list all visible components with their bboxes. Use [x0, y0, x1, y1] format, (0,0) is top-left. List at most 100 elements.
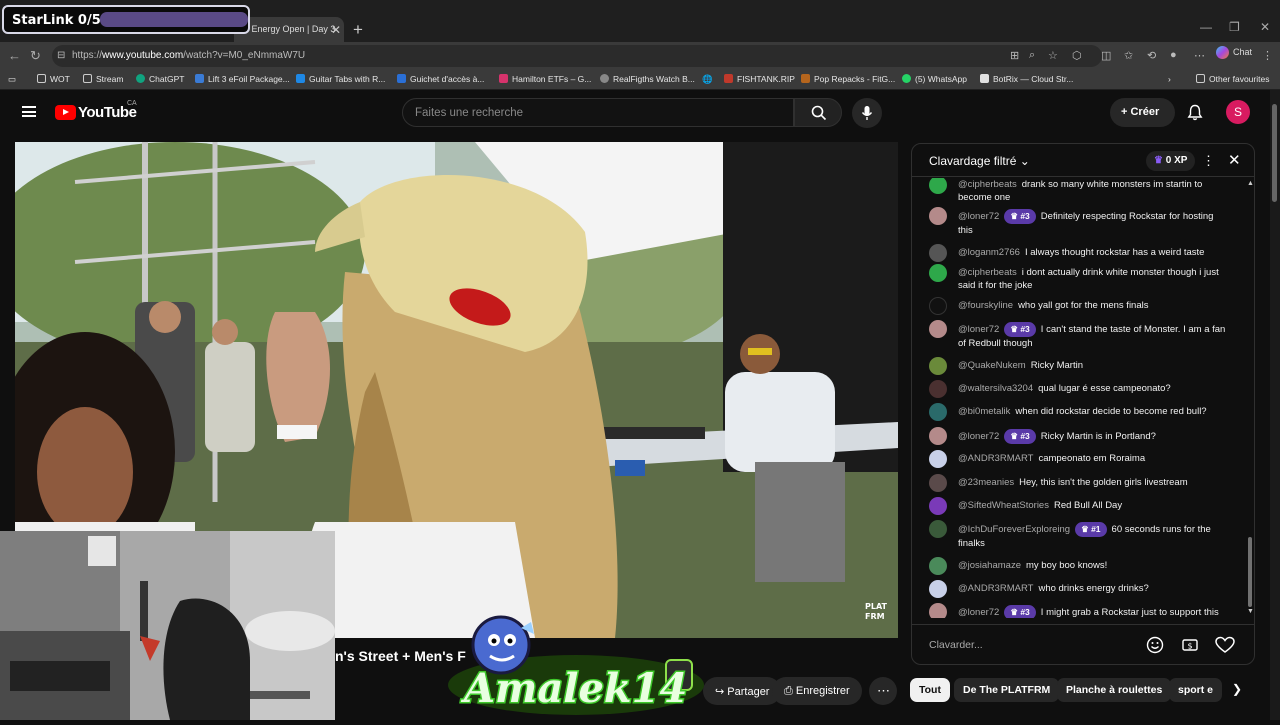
chip-all[interactable]: Tout — [910, 678, 950, 702]
bookmark-item[interactable]: RealFigths Watch B... — [600, 74, 695, 84]
avatar[interactable] — [929, 357, 947, 375]
chat-author[interactable]: @QuakeNukem — [958, 360, 1026, 371]
avatar[interactable] — [929, 320, 947, 338]
avatar[interactable] — [929, 264, 947, 282]
back-icon[interactable]: ← — [8, 48, 21, 63]
bookmark-item[interactable]: (5) WhatsApp — [902, 74, 967, 84]
bookmark-item[interactable]: Lift 3 eFoil Package... — [195, 74, 290, 84]
youtube-logo-icon[interactable] — [55, 105, 76, 120]
favorites-icon[interactable]: ✩ — [1124, 49, 1133, 62]
chat-scroll-down-icon[interactable]: ▼ — [1247, 608, 1254, 615]
chat-author[interactable]: @cipherbeats — [958, 267, 1017, 278]
bookmark-item[interactable]: WOT — [37, 74, 70, 84]
search-input[interactable]: Faites une recherche — [402, 98, 794, 127]
globe-icon[interactable]: 🌐 — [702, 74, 713, 85]
url-field[interactable]: ⊟ https://www.youtube.com/watch?v=M0_eNm… — [52, 45, 1102, 67]
favorite-star-icon[interactable]: ☆ — [1048, 49, 1058, 62]
avatar[interactable] — [929, 603, 947, 618]
chat-mode-dropdown[interactable]: Clavardage filtré ⌄ — [929, 154, 1030, 168]
reading-list-icon[interactable]: ▭ — [8, 74, 16, 85]
chat-options-icon[interactable]: ⋮ — [1202, 153, 1215, 169]
avatar[interactable] — [929, 297, 947, 315]
copilot-chat-button[interactable]: Chat — [1216, 46, 1252, 59]
bookmark-item[interactable]: Hamilton ETFs – G... — [499, 74, 591, 84]
avatar[interactable] — [929, 520, 947, 538]
avatar[interactable] — [929, 557, 947, 575]
chat-author[interactable]: @loganm2766 — [958, 247, 1020, 258]
account-avatar[interactable]: S — [1226, 100, 1250, 124]
chat-author[interactable]: @IchDuForeverExploreing — [958, 524, 1070, 535]
chat-author[interactable]: @waltersilva3204 — [958, 383, 1033, 394]
voice-search-button[interactable] — [852, 98, 882, 128]
zoom-icon[interactable]: ⌕ — [1029, 49, 1035, 62]
tab-close-icon[interactable]: ✕ — [331, 23, 341, 37]
chip-skateboarding[interactable]: Planche à roulettes — [1057, 678, 1172, 702]
more-icon[interactable]: ⋯ — [1194, 49, 1205, 62]
split-screen-icon[interactable]: ◫ — [1101, 49, 1111, 62]
page-scrollbar[interactable] — [1270, 90, 1280, 720]
menu-icon[interactable] — [22, 106, 36, 117]
restore-icon[interactable]: ❐ — [1229, 20, 1240, 34]
bookmarks-overflow-icon[interactable]: › — [1168, 74, 1171, 84]
avatar[interactable] — [929, 427, 947, 445]
bookmark-item[interactable]: Pop Repacks - FitG... — [801, 74, 895, 84]
extensions-icon[interactable]: ⬡ — [1072, 49, 1082, 62]
close-chat-icon[interactable]: ✕ — [1228, 151, 1241, 169]
avatar[interactable] — [929, 450, 947, 468]
more-actions-button[interactable]: ⋯ — [869, 677, 897, 705]
chat-input[interactable]: Clavarder... — [929, 633, 1144, 657]
profile-icon[interactable]: ● — [1170, 49, 1177, 61]
chat-author[interactable]: @bi0metalik — [958, 406, 1010, 417]
chat-author[interactable]: @ANDR3RMART — [958, 453, 1033, 464]
close-window-icon[interactable]: ✕ — [1260, 20, 1270, 34]
avatar[interactable] — [929, 207, 947, 225]
avatar[interactable] — [929, 178, 947, 194]
notifications-icon[interactable] — [1187, 104, 1203, 121]
chat-author[interactable]: @loner72 — [958, 607, 999, 618]
bookmark-item[interactable]: Guichet d'accès à... — [397, 74, 484, 84]
avatar[interactable] — [929, 580, 947, 598]
browser-tab-active[interactable]: r Energy Open | Day 3 — [234, 17, 344, 42]
avatar[interactable] — [929, 403, 947, 421]
chat-author[interactable]: @fourskyline — [958, 300, 1013, 311]
sidebar-toggle-icon[interactable]: ⋮ — [1262, 49, 1273, 62]
chat-author[interactable]: @loner72 — [958, 324, 999, 335]
heart-icon[interactable] — [1215, 636, 1235, 654]
share-button[interactable]: ↪ Partager — [703, 677, 782, 705]
apps-icon[interactable]: ⊞ — [1010, 49, 1019, 62]
chip-sport[interactable]: sport e — [1169, 678, 1223, 702]
xp-badge[interactable]: ♛ 0 XP — [1146, 151, 1196, 171]
bookmark-item[interactable]: Guitar Tabs with R... — [296, 74, 385, 84]
bookmark-item[interactable]: FISHTANK.RIP — [724, 74, 795, 84]
create-button[interactable]: + Créer — [1110, 98, 1175, 127]
page-scrollbar-thumb[interactable] — [1272, 104, 1277, 202]
chevron-right-icon[interactable]: ❯ — [1232, 682, 1242, 696]
chip-the-platfrm[interactable]: De The PLATFRM — [954, 678, 1060, 702]
chat-author[interactable]: @cipherbeats — [958, 179, 1017, 190]
site-info-icon[interactable]: ⊟ — [57, 50, 65, 61]
save-button[interactable]: ⎙ Enregistrer — [772, 677, 862, 705]
new-tab-icon[interactable]: + — [353, 20, 363, 40]
bookmark-item[interactable]: Stream — [83, 74, 123, 84]
super-chat-icon[interactable]: $ — [1181, 636, 1199, 654]
chat-author[interactable]: @23meanies — [958, 477, 1014, 488]
chat-author[interactable]: @SiftedWheatStories — [958, 500, 1049, 511]
other-favourites[interactable]: Other favourites — [1196, 74, 1269, 84]
avatar[interactable] — [929, 497, 947, 515]
emoji-icon[interactable] — [1146, 636, 1164, 654]
chat-author[interactable]: @josiahamaze — [958, 560, 1021, 571]
bookmark-item[interactable]: ChatGPT — [136, 74, 184, 84]
chat-author[interactable]: @ANDR3RMART — [958, 583, 1033, 594]
chat-author[interactable]: @loner72 — [958, 431, 999, 442]
chat-scroll-up-icon[interactable]: ▲ — [1247, 180, 1254, 187]
chat-scrollbar[interactable] — [1248, 537, 1252, 607]
refresh-icon[interactable]: ↻ — [30, 48, 41, 64]
history-icon[interactable]: ⟲ — [1147, 49, 1156, 62]
avatar[interactable] — [929, 474, 947, 492]
bookmark-item[interactable]: BotRix — Cloud Str... — [980, 74, 1073, 84]
search-button[interactable] — [794, 98, 842, 127]
chat-author[interactable]: @loner72 — [958, 211, 999, 222]
minimize-icon[interactable]: — — [1200, 20, 1212, 34]
avatar[interactable] — [929, 380, 947, 398]
avatar[interactable] — [929, 244, 947, 262]
